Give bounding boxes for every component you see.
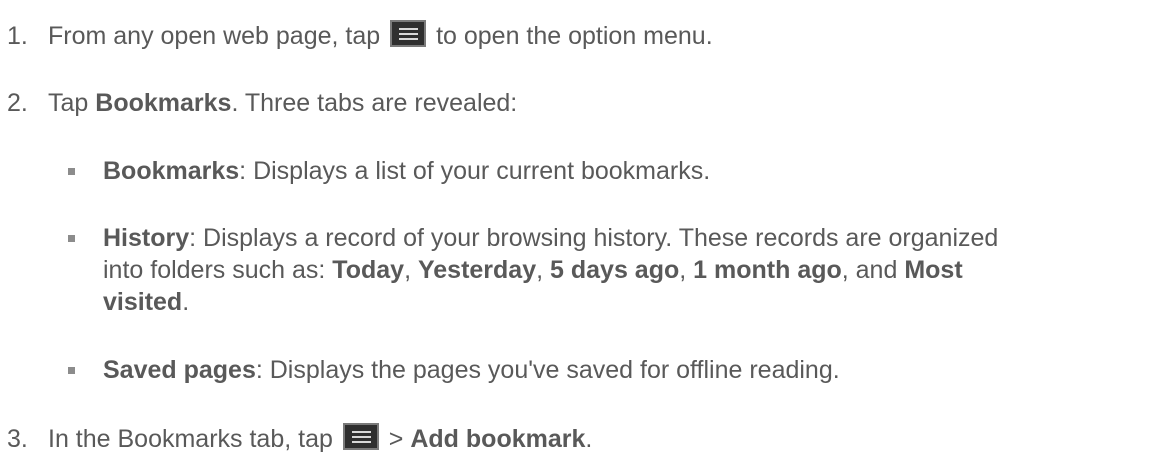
folder-5-days-ago: 5 days ago: [550, 256, 680, 284]
comma: ,: [404, 256, 412, 284]
bullet-icon: [68, 367, 75, 374]
step-1: 1. From any open web page, tap to open th…: [0, 20, 713, 51]
step-number: 1.: [7, 22, 28, 50]
tab-description: : Displays a list of your current bookma…: [239, 157, 711, 185]
tab-saved-pages-item: Saved pages: Displays the pages you've s…: [103, 355, 840, 385]
add-bookmark-label: Add bookmark: [410, 425, 586, 453]
tab-bookmarks-item: Bookmarks: Displays a list of your curre…: [103, 156, 710, 186]
bookmarks-label: Bookmarks: [95, 89, 232, 117]
comma: ,: [536, 256, 544, 284]
folder-most: Most: [904, 256, 963, 284]
menu-icon: [390, 20, 427, 47]
folder-yesterday: Yesterday: [417, 256, 537, 284]
tab-description: : Displays the pages you've saved for of…: [255, 356, 840, 384]
step-text: Tap: [48, 89, 89, 117]
step-2: 2. Tap Bookmarks. Three tabs are revealed…: [0, 88, 517, 118]
step-text: to open the option menu.: [436, 22, 713, 50]
step-text: From any open web page, tap: [48, 22, 381, 50]
and-text: , and: [841, 256, 898, 284]
period: .: [182, 288, 190, 316]
tab-description: : Displays a record of your browsing his…: [189, 224, 999, 252]
step-number: 3.: [7, 425, 28, 453]
tab-history-line2: into folders such as: Today, Yesterday , …: [103, 255, 963, 285]
tab-name: Bookmarks: [103, 157, 240, 185]
folder-visited: visited: [103, 288, 183, 316]
step-text: In the Bookmarks tab, tap: [48, 425, 333, 453]
folder-1-month-ago: 1 month ago: [693, 256, 842, 284]
bullet-icon: [68, 168, 75, 175]
step-3: 3. In the Bookmarks tab, tap > Add bookma…: [0, 423, 592, 454]
folder-today: Today: [332, 256, 405, 284]
step-text: .: [585, 425, 593, 453]
tab-history-item: History: Displays a record of your brows…: [103, 223, 998, 253]
tab-name: Saved pages: [103, 356, 256, 384]
menu-icon: [342, 423, 379, 450]
comma: ,: [679, 256, 687, 284]
folders-intro: into folders such as:: [103, 256, 326, 284]
step-text: . Three tabs are revealed:: [231, 89, 518, 117]
tab-history-line3: visited.: [103, 287, 189, 317]
tab-name: History: [103, 224, 190, 252]
separator: >: [388, 425, 404, 453]
bullet-icon: [68, 235, 75, 242]
step-number: 2.: [7, 89, 28, 117]
